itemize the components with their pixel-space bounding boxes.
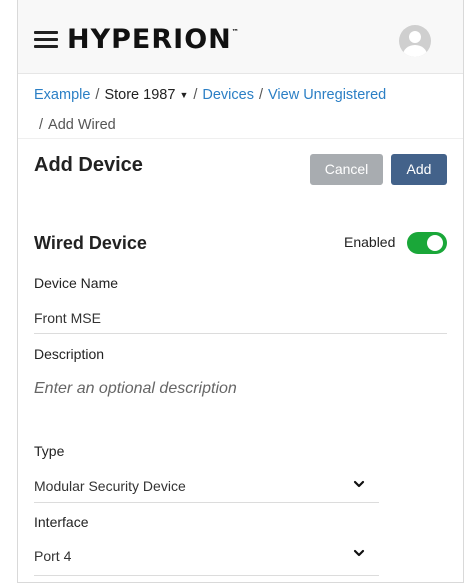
chevron-down-icon[interactable] xyxy=(353,547,365,559)
interface-label: Interface xyxy=(34,514,89,530)
breadcrumb-separator: / xyxy=(258,87,263,103)
breadcrumb-separator: / xyxy=(39,117,44,134)
type-select[interactable]: Modular Security Device xyxy=(34,478,186,494)
page-title: Add Device xyxy=(34,154,143,176)
top-navbar: HYPERION™ xyxy=(18,0,463,74)
enabled-label: Enabled xyxy=(344,234,396,250)
breadcrumb-view-unregistered[interactable]: View Unregistered xyxy=(268,87,386,103)
toggle-knob xyxy=(427,235,443,251)
brand-name: HYPERION xyxy=(67,24,232,55)
section-divider xyxy=(18,138,463,139)
type-label: Type xyxy=(34,443,65,459)
device-name-underline xyxy=(34,333,447,334)
menu-icon[interactable] xyxy=(34,31,58,49)
description-label: Description xyxy=(34,346,105,362)
interface-select[interactable]: Port 4 xyxy=(34,548,71,564)
breadcrumb-separator: / xyxy=(95,87,100,103)
brand-logo[interactable]: HYPERION™ xyxy=(67,24,240,55)
cancel-button[interactable]: Cancel xyxy=(310,154,383,185)
breadcrumb-devices[interactable]: Devices xyxy=(202,87,254,103)
breadcrumb-example[interactable]: Example xyxy=(34,87,90,103)
device-name-label: Device Name xyxy=(34,275,119,291)
interface-underline xyxy=(34,575,379,576)
breadcrumb-store-dropdown[interactable]: Store 1987 ▼ xyxy=(104,87,188,103)
device-name-field[interactable]: Front MSE xyxy=(34,310,101,326)
user-avatar-icon[interactable] xyxy=(399,25,431,57)
breadcrumb-store-label: Store 1987 xyxy=(104,87,176,103)
breadcrumb-separator: / xyxy=(193,87,198,103)
trademark-symbol: ™ xyxy=(231,28,240,36)
section-title: Wired Device xyxy=(34,233,147,253)
breadcrumb: Example / Store 1987 ▼ / Devices / View Unregi… xyxy=(34,80,454,140)
app-frame: HYPERION™ Example / Store 1987 ▼ / Devices / V… xyxy=(17,0,464,583)
type-underline xyxy=(34,502,379,503)
add-button[interactable]: Add xyxy=(391,154,447,185)
enabled-toggle[interactable] xyxy=(407,232,447,254)
chevron-down-icon[interactable] xyxy=(353,478,365,490)
breadcrumb-current: Add Wired xyxy=(48,117,116,134)
description-field[interactable]: Enter an optional description xyxy=(34,380,237,398)
